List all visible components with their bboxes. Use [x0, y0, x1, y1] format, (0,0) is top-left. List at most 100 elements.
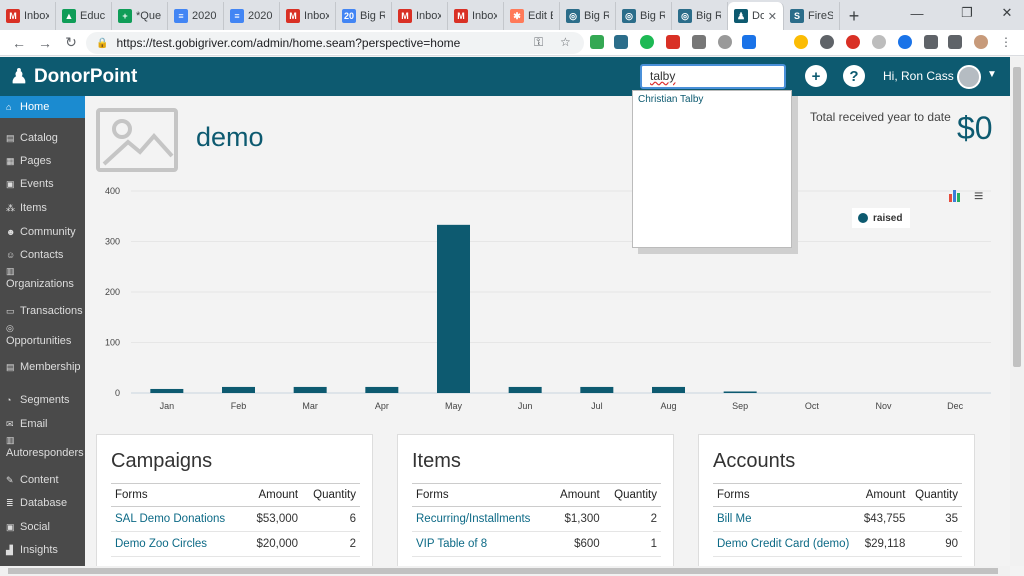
chart-legend[interactable]: raised [852, 208, 910, 228]
extension-gray-icon[interactable] [692, 35, 706, 49]
sidebar-item-label: Transactions [20, 305, 83, 317]
sidebar-item-items[interactable]: ⁂ Items [0, 202, 85, 215]
add-icon[interactable]: + [805, 65, 827, 87]
minimize-icon[interactable]: — [896, 0, 938, 26]
chart-menu-icon[interactable]: ≡ [974, 189, 988, 206]
sidebar-item-organizations[interactable]: ▥ Organizations [0, 265, 85, 291]
brand-logo[interactable]: ♟ DonorPoint [10, 64, 137, 89]
browser-tab[interactable]: + *Ques [112, 2, 168, 30]
extension-dark-icon[interactable] [820, 35, 834, 49]
profile-avatar-icon[interactable] [974, 35, 988, 49]
extension-blue-icon[interactable] [742, 35, 756, 49]
browser-tab[interactable]: S FireSh [784, 2, 840, 30]
sidebar-item-transactions[interactable]: ▭ Transactions [0, 305, 85, 318]
items-icon: ⁂ [6, 203, 15, 213]
browser-tab[interactable]: ≡ 2020 [168, 2, 224, 30]
extension-globe-icon[interactable] [898, 35, 912, 49]
cast-icon[interactable] [948, 35, 962, 49]
bar-aug[interactable] [652, 386, 685, 393]
browser-tab[interactable]: M Inbox [280, 2, 336, 30]
sidebar-item-membership[interactable]: ▤ Membership [0, 361, 85, 374]
global-search-input[interactable]: talby [640, 64, 786, 89]
sidebar-item-opportunities[interactable]: ◎ Opportunities [0, 322, 85, 348]
column-header: Amount [549, 483, 604, 507]
user-menu-caret-icon[interactable]: ▼ [987, 69, 997, 80]
bar-jan[interactable] [150, 388, 184, 393]
browser-tab[interactable]: M Inbox [392, 2, 448, 30]
total-received-label: Total received year to date [810, 110, 951, 124]
x-tick-label: Dec [947, 401, 964, 411]
table-cell: $43,755 [858, 506, 910, 532]
browser-tab[interactable]: M Inbox [0, 2, 56, 30]
sidebar-item-insights[interactable]: ▟ Insights [0, 544, 85, 557]
browser-tab[interactable]: M Inbox [448, 2, 504, 30]
x-tick-label: Apr [375, 401, 389, 411]
page-horizontal-scrollbar[interactable] [0, 566, 1010, 576]
sidebar-item-pages[interactable]: ▦ Pages [0, 155, 85, 168]
form-link[interactable]: Demo Credit Card (demo) [713, 531, 859, 557]
search-result-item[interactable]: Christian Talby [633, 91, 791, 108]
sidebar-item-segments[interactable]: ◔ Segments [0, 394, 85, 407]
sidebar-item-contacts[interactable]: ☺ Contacts [0, 249, 85, 262]
bar-jul[interactable] [580, 386, 614, 393]
browser-tab[interactable]: ♟ Do ✕ [728, 2, 784, 30]
extension-color-icon[interactable] [794, 35, 808, 49]
sidebar-item-social[interactable]: ▣ Social [0, 521, 85, 534]
restore-icon[interactable]: ❐ [946, 0, 988, 26]
extension-pdf-icon[interactable] [666, 35, 680, 49]
page-vertical-scrollbar[interactable] [1010, 57, 1024, 566]
browser-tab[interactable]: 20 Big Ri [336, 2, 392, 30]
column-header: Quantity [302, 483, 360, 507]
form-link[interactable]: Bill Me [713, 506, 859, 532]
sidebar-item-autoresponders[interactable]: ▥ Autoresponders [0, 434, 85, 460]
bookmark-star-icon[interactable]: ☆ [560, 35, 571, 49]
extension-light-icon[interactable] [872, 35, 886, 49]
table-row: Bill Me $43,755 35 [713, 506, 962, 532]
browser-tab[interactable]: ◎ Big Ri [672, 2, 728, 30]
new-tab-button[interactable]: + [840, 2, 868, 30]
bar-apr[interactable] [365, 386, 399, 393]
close-window-icon[interactable]: ✕ [990, 0, 1024, 26]
sidebar-item-email[interactable]: ✉ Email [0, 418, 85, 431]
form-link[interactable]: Recurring/Installments [412, 506, 550, 532]
extension-fireshot-icon[interactable] [614, 35, 628, 49]
bar-feb[interactable] [222, 386, 255, 393]
extension-circle-icon[interactable] [718, 35, 732, 49]
key-icon[interactable]: ⚿ [534, 35, 543, 50]
bar-may[interactable] [437, 224, 470, 393]
browser-tab[interactable]: ≡ 2020 [224, 2, 280, 30]
user-avatar[interactable] [957, 65, 981, 89]
help-icon[interactable]: ? [843, 65, 865, 87]
back-icon[interactable]: ← [6, 31, 32, 55]
sidebar-item-community[interactable]: ☻ Community [0, 226, 85, 239]
reload-icon[interactable]: ↻ [58, 31, 84, 55]
browser-tab[interactable]: ◎ Big Ri [616, 2, 672, 30]
sidebar-item-events[interactable]: ▣ Events [0, 178, 85, 191]
form-link[interactable]: Demo Zoo Circles [111, 531, 246, 557]
close-tab-icon[interactable]: ✕ [768, 10, 777, 23]
sidebar-item-catalog[interactable]: ▤ Catalog [0, 132, 85, 145]
extension-speed-icon[interactable] [846, 35, 860, 49]
brand-name: DonorPoint [33, 65, 138, 87]
sidebar-item-database[interactable]: ≣ Database [0, 497, 85, 510]
forward-icon[interactable]: → [32, 31, 58, 55]
content-icon: ✎ [6, 475, 14, 485]
bar-sep[interactable] [723, 391, 757, 393]
extensions-puzzle-icon[interactable] [924, 35, 938, 49]
extension-drive-icon[interactable] [590, 35, 604, 49]
address-bar[interactable]: 🔒 https://test.gobigriver.com/admin/home… [86, 32, 584, 54]
user-greeting[interactable]: Hi, Ron Cass [883, 69, 954, 83]
sidebar-item-content[interactable]: ✎ Content [0, 474, 85, 487]
form-link[interactable]: SAL Demo Donations [111, 506, 246, 532]
bar-mar[interactable] [293, 386, 327, 393]
form-link[interactable]: VIP Table of 8 [412, 531, 550, 557]
summary-table: Forms Amount Quantity Recurring/Installment… [412, 483, 661, 557]
browser-tab[interactable]: ✱ Edit E [504, 2, 560, 30]
chart-type-icon[interactable] [948, 188, 962, 202]
sidebar-item-home[interactable]: ⌂ Home [0, 96, 85, 118]
browser-menu-icon[interactable]: ⋮ [1000, 35, 1014, 49]
browser-tab[interactable]: ◎ Big Ri [560, 2, 616, 30]
extension-green-icon[interactable] [640, 35, 654, 49]
browser-tab[interactable]: ▲ Educa [56, 2, 112, 30]
bar-jun[interactable] [508, 386, 542, 393]
